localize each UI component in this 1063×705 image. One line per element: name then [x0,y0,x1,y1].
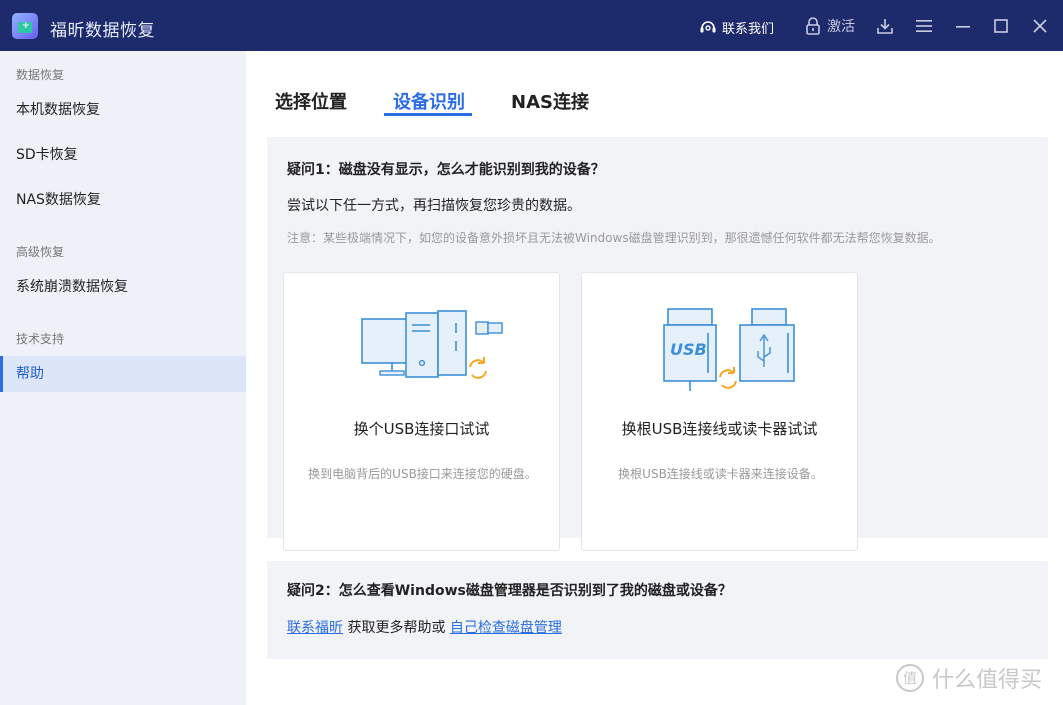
sidebar-item-local-recovery[interactable]: 本机数据恢复 [0,92,246,128]
tab-nas-connection[interactable]: NAS连接 [511,88,589,114]
card1-title: 换个USB连接口试试 [353,420,490,438]
maximize-button[interactable] [990,15,1012,37]
watermark-text: 什么值得买 [932,668,1043,693]
menu-button[interactable] [913,15,935,37]
faq2-question: 疑问2：怎么查看Windows磁盘管理器是否识别到了我的磁盘或设备？ [287,583,732,599]
activate-button[interactable]: 激活 [805,15,855,37]
watermark-badge: 值 [896,664,924,692]
menu-icon [916,20,932,32]
sidebar-item-help[interactable]: 帮助 [0,356,246,392]
sidebar-item-sd-recovery[interactable]: SD卡恢复 [0,137,246,173]
activate-label: 激活 [827,19,855,35]
faq2-help-line: 联系福昕 获取更多帮助或 自己检查磁盘管理 [287,617,562,637]
title-bar: + 福昕数据恢复 联系我们 激活 [0,0,1063,51]
contact-us-label: 联系我们 [722,21,775,37]
contact-us-button[interactable]: 联系我们 [699,17,774,37]
sidebar-section-support: 技术支持 [16,332,65,346]
download-button[interactable] [874,15,896,37]
contact-foxit-link[interactable]: 联系福昕 [287,620,343,636]
close-button[interactable] [1029,15,1051,37]
app-logo-icon: + [12,13,38,39]
computer-usb-icon [361,310,503,379]
watermark: 值 什么值得买 [896,661,1042,695]
faq1-instruction: 尝试以下任一方式，再扫描恢复您珍贵的数据。 [287,198,581,214]
headset-icon [700,21,716,33]
card1-desc: 换到电脑背后的USB接口来连接您的硬盘。 [308,467,537,481]
download-icon [877,19,893,34]
sidebar-section-advanced: 高级恢复 [16,245,65,259]
tab-device-recognition[interactable]: 设备识别 [393,88,465,114]
app-title: 福昕数据恢复 [50,21,155,41]
sidebar-item-nas-recovery[interactable]: NAS数据恢复 [0,182,246,218]
card2-title: 换根USB连接线或读卡器试试 [621,420,818,438]
close-icon [1033,19,1047,33]
minimize-icon [956,26,970,28]
sidebar-item-system-crash[interactable]: 系统崩溃数据恢复 [0,269,246,305]
faq2-middle-text: 获取更多帮助或 [343,620,450,636]
active-tab-indicator [384,113,472,116]
check-disk-management-link[interactable]: 自己检查磁盘管理 [450,620,562,636]
faq2-panel [267,561,1048,659]
faq1-question: 疑问1：磁盘没有显示，怎么才能识别到我的设备？ [287,162,605,178]
card2-desc: 换根USB连接线或读卡器来连接设备。 [618,467,823,481]
usb-label: USB [670,340,707,359]
maximize-icon [994,19,1008,33]
tab-select-location[interactable]: 选择位置 [275,88,347,114]
minimize-button[interactable] [952,15,974,37]
sidebar-section-data-recovery: 数据恢复 [16,68,65,82]
sidebar: 数据恢复 本机数据恢复 SD卡恢复 NAS数据恢复 高级恢复 系统崩溃数据恢复 … [0,51,246,705]
card-change-usb-port: 换个USB连接口试试 换到电脑背后的USB接口来连接您的硬盘。 [283,272,560,551]
faq1-note: 注意：某些极端情况下，如您的设备意外损坏且无法被Windows磁盘管理识别到，那… [287,231,941,245]
lock-icon [806,17,820,35]
card-change-usb-cable: USB 换根USB连接线或读卡器试试 换根USB连接线或读卡器来连接设备。 [581,272,858,551]
